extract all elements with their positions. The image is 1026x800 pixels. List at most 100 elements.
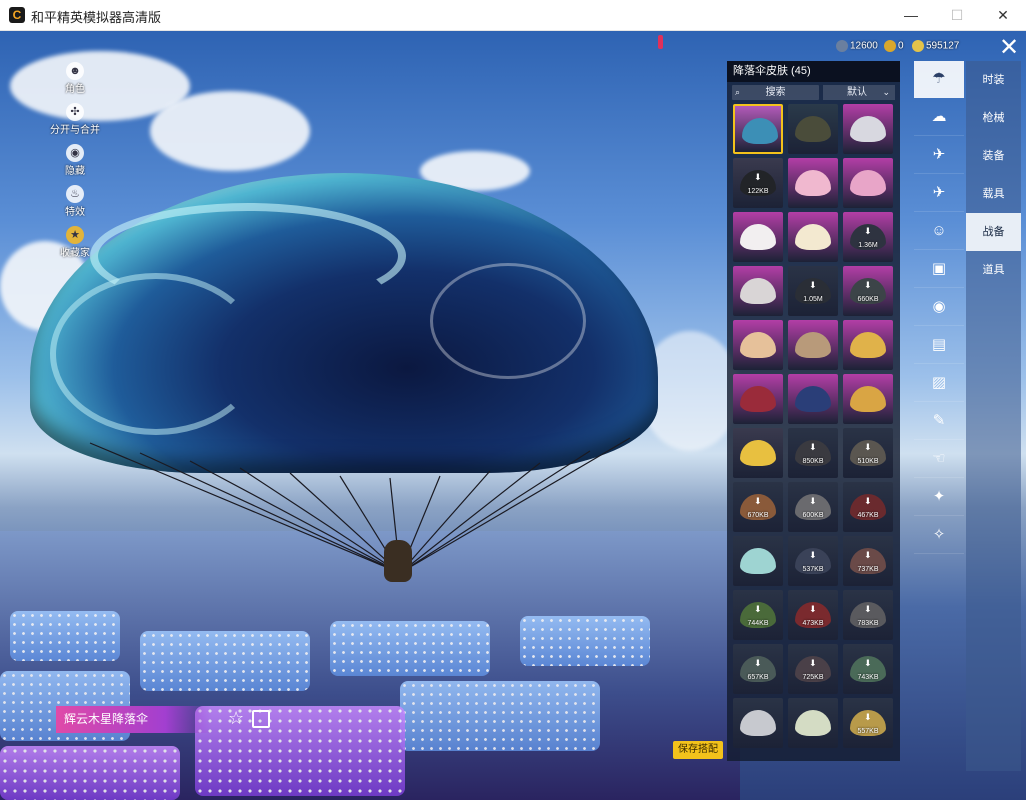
share-icon[interactable] [252,710,270,728]
sort-select[interactable]: 默认 ⌄ [823,85,895,100]
signal-icon[interactable]: ◉ [914,289,964,326]
skin-item[interactable]: ⬇ 783KB [843,590,893,640]
skin-item[interactable]: ⬇ 737KB [843,536,893,586]
save-outfit-button[interactable]: 保存搭配 [673,741,723,759]
skin-item[interactable] [788,320,838,370]
tool-label: 分开与合并 [50,125,100,136]
floor-tile [140,631,310,691]
download-icon: ⬇ [809,280,817,290]
skin-item[interactable]: ⬇ 473KB [788,590,838,640]
tool-character[interactable]: ☻ 角色 [50,62,100,95]
character-rider [384,540,412,582]
board-icon[interactable]: ▤ [914,327,964,364]
sparkle-icon[interactable]: ✦ [914,479,964,516]
skin-item[interactable]: ⬇ 122KB [733,158,783,208]
search-placeholder: 搜索 [765,87,786,98]
favorite-star-icon[interactable]: ☆ [228,708,244,728]
skin-item[interactable]: ⬇ 467KB [843,482,893,532]
search-input[interactable]: ⌕ 搜索 [732,85,819,100]
parachute-thumbnail [850,332,886,358]
tab-item[interactable]: 道具 [966,251,1021,289]
spray-icon[interactable]: ✎ [914,403,964,440]
tool-label: 角色 [65,84,85,95]
cloud-icon[interactable]: ☁ [914,99,964,136]
tool-effects[interactable]: ♨ 特效 [50,185,100,218]
bird-icon[interactable]: ✧ [914,517,964,554]
skin-item[interactable] [843,320,893,370]
floor-tile [195,706,405,796]
download-icon: ⬇ [864,442,872,452]
skin-item[interactable]: ⬇ 660KB [843,266,893,316]
skin-item[interactable] [733,428,783,478]
skin-item[interactable]: ⬇ 743KB [843,644,893,694]
close-window-button[interactable]: ✕ [980,0,1026,31]
currency-c: 595127 [912,40,959,52]
parachute-icon[interactable]: ☂ [914,61,964,98]
smile-icon[interactable]: ☺ [914,213,964,250]
skin-item[interactable]: ⬇ 744KB [733,590,783,640]
skin-item[interactable]: ⬇ 1.36M [843,212,893,262]
skin-item[interactable]: ⬇ 657KB [733,644,783,694]
download-icon: ⬇ [754,658,762,668]
tab-item[interactable]: 战备 [966,213,1021,251]
skin-item[interactable] [788,158,838,208]
currency-value: 595127 [926,40,960,52]
robot-icon[interactable]: ▣ [914,251,964,288]
file-size-label: 657KB [747,674,769,681]
skin-item[interactable] [843,374,893,424]
skin-item[interactable] [733,212,783,262]
minimize-button[interactable]: — [888,0,934,31]
skin-item[interactable]: ⬇ 510KB [843,428,893,478]
parachute-thumbnail [740,332,776,358]
tool-split-merge[interactable]: ✣ 分开与合并 [50,103,100,136]
parachute-thumbnail [740,548,776,574]
currency-b: 0 [884,40,904,52]
window-title: 和平精英模拟器高清版 [31,10,162,25]
skin-item[interactable] [733,698,783,748]
download-icon: ⬇ [864,658,872,668]
tab-item[interactable]: 枪械 [966,99,1021,137]
left-toolbar: ☻ 角色 ✣ 分开与合并 ◉ 隐藏 ♨ 特效 ★ 收藏家 [50,62,100,267]
skin-item[interactable] [788,374,838,424]
skin-item[interactable]: ⬇ 557KB [843,698,893,748]
skin-item[interactable] [733,104,783,154]
maximize-button[interactable]: ☐ [934,0,980,31]
plane-icon[interactable]: ✈ [914,175,964,212]
picture-icon[interactable]: ▨ [914,365,964,402]
search-icon: ⌕ [735,87,741,97]
parachute-thumbnail [795,332,831,358]
skin-item[interactable] [788,212,838,262]
tab-item[interactable]: 载具 [966,175,1021,213]
cloud-shape [150,91,310,171]
skin-item[interactable] [733,536,783,586]
tab-item[interactable]: 装备 [966,137,1021,175]
skin-item[interactable] [733,320,783,370]
drone-icon[interactable]: ✈ [914,137,964,174]
skin-item[interactable]: ⬇ 725KB [788,644,838,694]
tool-label: 收藏家 [60,248,90,259]
skin-item[interactable] [733,374,783,424]
tool-hide[interactable]: ◉ 隐藏 [50,144,100,177]
tool-collection[interactable]: ★ 收藏家 [50,226,100,259]
skin-item[interactable] [843,104,893,154]
skin-item[interactable] [843,158,893,208]
skin-item[interactable]: ⬇ 1.05M [788,266,838,316]
skin-item[interactable]: ⬇ 537KB [788,536,838,586]
skin-item[interactable] [788,698,838,748]
file-size-label: 670KB [747,512,769,519]
skin-item[interactable]: ⬇ 600KB [788,482,838,532]
parachute-thumbnail [740,710,776,736]
skin-item[interactable]: ⬇ 850KB [788,428,838,478]
skin-item[interactable]: ⬇ 670KB [733,482,783,532]
currency-a: 12600 [836,40,878,52]
chevron-down-icon: ⌄ [882,87,890,97]
file-size-label: 783KB [857,620,879,627]
hand-icon[interactable]: ☜ [914,441,964,478]
close-panel-icon[interactable]: ✕ [994,34,1024,62]
skin-item[interactable] [733,266,783,316]
file-size-label: 737KB [857,566,879,573]
skin-item[interactable] [788,104,838,154]
panel-title: 降落伞皮肤 (45) [727,61,900,82]
tab-item[interactable]: 时装 [966,61,1021,99]
parachute-thumbnail [795,386,831,412]
